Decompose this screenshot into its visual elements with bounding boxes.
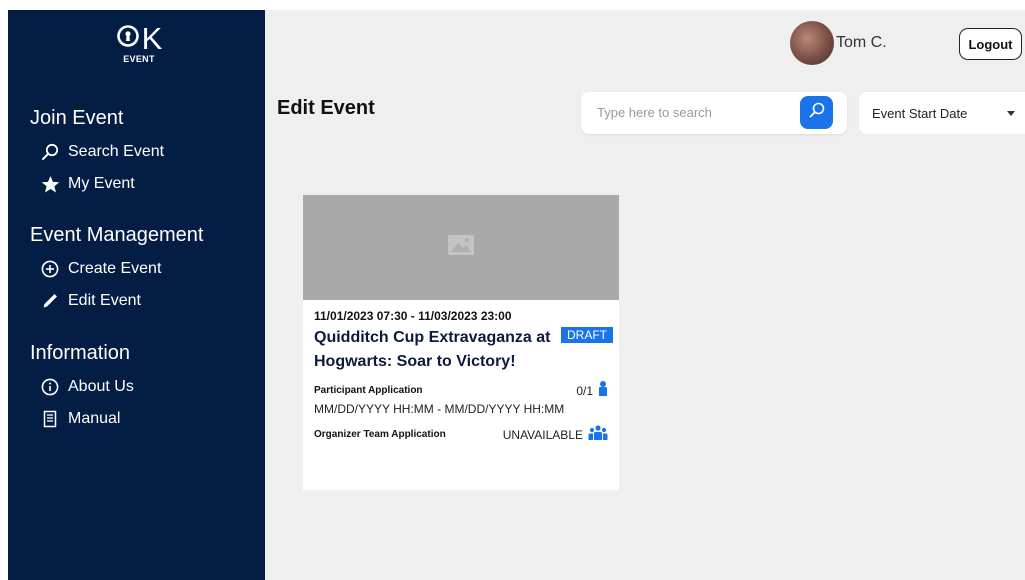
sidebar-item-create-event[interactable]: Create Event (30, 253, 203, 285)
avatar[interactable] (790, 21, 834, 65)
sidebar-item-my-event[interactable]: My Event (30, 168, 164, 200)
sidebar-item-label: Edit Event (68, 292, 141, 309)
participant-application-label: Participant Application (314, 385, 423, 396)
nav-section-information: Information About Us Manual (30, 342, 134, 435)
logo[interactable]: K EVENT (108, 20, 170, 64)
event-card[interactable]: 11/01/2023 07:30 - 11/03/2023 23:00 Quid… (303, 195, 619, 490)
sidebar-item-label: About Us (68, 378, 134, 395)
nav-heading: Join Event (30, 107, 124, 129)
search-button[interactable] (800, 96, 833, 129)
sort-dropdown[interactable]: Event Start Date (859, 92, 1025, 134)
nav-section-join-event: Join Event Search Event My Event (30, 107, 164, 200)
search-icon (808, 101, 826, 124)
participant-application-range: MM/DD/YYYY HH:MM - MM/DD/YYYY HH:MM (314, 402, 565, 416)
sidebar-item-label: My Event (68, 175, 135, 192)
logo-mark-letter: K (141, 20, 163, 56)
search-input[interactable] (595, 104, 789, 121)
logout-button[interactable]: Logout (959, 28, 1022, 60)
image-placeholder-icon (447, 234, 475, 261)
nav-heading: Event Management (30, 224, 204, 246)
participant-count: 0/1 (576, 383, 593, 398)
logo-keyhole-icon (116, 24, 140, 53)
pencil-icon (40, 291, 60, 311)
chevron-down-icon (1007, 111, 1015, 116)
status-badge: DRAFT (561, 327, 613, 343)
sidebar-item-search-event[interactable]: Search Event (30, 136, 164, 168)
nav-heading: Information (30, 342, 131, 364)
star-icon (40, 174, 60, 194)
person-icon (598, 381, 608, 400)
sort-dropdown-value: Event Start Date (872, 105, 968, 121)
plus-circle-icon (40, 259, 60, 279)
user-name: Tom C. (836, 34, 887, 51)
sidebar-item-about-us[interactable]: About Us (30, 371, 134, 403)
organizer-status: UNAVAILABLE (502, 427, 583, 442)
logo-text: EVENT (123, 54, 155, 64)
search-bar (581, 92, 847, 134)
event-image-placeholder (303, 195, 619, 300)
sidebar-item-label: Create Event (68, 260, 162, 277)
search-icon (40, 142, 60, 162)
event-date-range: 11/01/2023 07:30 - 11/03/2023 23:00 (314, 309, 512, 323)
sidebar-item-label: Search Event (68, 143, 165, 160)
info-icon (40, 377, 60, 397)
sidebar-item-edit-event[interactable]: Edit Event (30, 285, 203, 317)
main-content: Tom C. Logout Edit Event Event Start Dat… (265, 10, 1025, 580)
group-icon (588, 425, 608, 444)
document-icon (40, 409, 60, 429)
sidebar-item-label: Manual (68, 410, 121, 427)
nav-section-event-management: Event Management Create Event Edit Event (30, 224, 203, 317)
sidebar-item-manual[interactable]: Manual (30, 403, 134, 435)
page-title: Edit Event (277, 97, 375, 119)
organizer-application-label: Organizer Team Application (314, 429, 446, 440)
user-profile[interactable]: Tom C. (790, 21, 887, 65)
event-title[interactable]: Quidditch Cup Extravaganza at Hogwarts: … (314, 326, 554, 374)
sidebar: K EVENT Join Event Search Event My Event… (8, 10, 265, 580)
